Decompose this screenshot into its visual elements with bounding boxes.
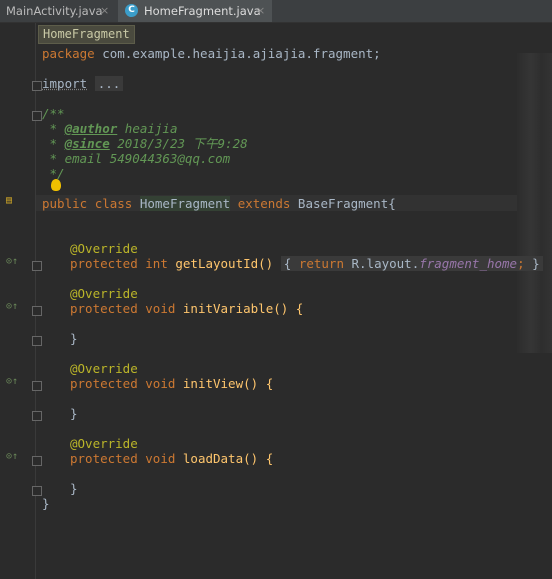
r-reference: R.layout. bbox=[351, 256, 420, 271]
code-line-method: protected void initView() { bbox=[70, 376, 273, 392]
brace: } bbox=[532, 256, 540, 271]
brace: } bbox=[70, 331, 78, 346]
code-line-brace: } bbox=[70, 331, 78, 347]
class-name: HomeFragment bbox=[139, 196, 231, 211]
code-line-doc-close: */ bbox=[42, 166, 65, 182]
annotation: @Override bbox=[70, 361, 138, 376]
fold-collapse-icon[interactable] bbox=[32, 486, 42, 496]
code-line-doc-open: /** bbox=[42, 106, 65, 122]
keyword: protected bbox=[70, 376, 138, 391]
code-line-method: protected void loadData() { bbox=[70, 451, 273, 467]
fold-expand-icon[interactable] bbox=[32, 261, 42, 271]
doc-comment: /** bbox=[42, 106, 65, 121]
code-line-override: @Override bbox=[70, 286, 138, 302]
close-icon[interactable]: × bbox=[256, 0, 265, 22]
code-line-method: protected int getLayoutId() { return R.l… bbox=[70, 256, 543, 272]
brace: } bbox=[70, 481, 78, 496]
keyword: public bbox=[42, 196, 88, 211]
brace: { bbox=[283, 256, 292, 271]
override-method-icon[interactable]: ⊙↑ bbox=[6, 376, 18, 387]
keyword: extends bbox=[237, 196, 291, 211]
code-line-override: @Override bbox=[70, 241, 138, 257]
code-editor[interactable]: HomeFragment ▤ ⊙↑ ⊙↑ ⊙↑ ⊙↑ package com.e… bbox=[0, 23, 552, 579]
keyword: void bbox=[145, 301, 176, 316]
code-line-class: public class HomeFragment extends BaseFr… bbox=[42, 196, 396, 212]
code-line-brace: } bbox=[70, 406, 78, 422]
override-method-icon[interactable]: ⊙↑ bbox=[6, 451, 18, 462]
keyword: class bbox=[94, 196, 133, 211]
doc-value: email 549044363@qq.com bbox=[64, 151, 231, 166]
method-name: loadData() { bbox=[182, 451, 274, 466]
keyword: int bbox=[145, 256, 168, 271]
keyword: void bbox=[145, 376, 176, 391]
code-line-package: package com.example.heaijia.ajiajia.frag… bbox=[42, 46, 381, 62]
keyword: import bbox=[42, 76, 88, 91]
code-line-email: * email 549044363@qq.com bbox=[42, 151, 231, 166]
base-class: BaseFragment{ bbox=[297, 196, 396, 211]
annotation: @Override bbox=[70, 436, 138, 451]
fold-collapse-icon[interactable] bbox=[32, 306, 42, 316]
keyword: protected bbox=[70, 256, 138, 271]
code-line-brace: } bbox=[70, 481, 78, 497]
method-name: initVariable() { bbox=[182, 301, 304, 316]
code-content: package com.example.heaijia.ajiajia.frag… bbox=[42, 23, 543, 511]
doc-value: heaijia bbox=[124, 121, 178, 136]
annotation: @Override bbox=[70, 286, 138, 301]
tab-label: MainActivity.java bbox=[6, 4, 103, 18]
editor-tab-bar: MainActivity.java × C HomeFragment.java … bbox=[0, 0, 552, 23]
doc-tag: @since bbox=[64, 136, 110, 151]
keyword: return bbox=[298, 256, 344, 271]
keyword: protected bbox=[70, 301, 138, 316]
doc-tag: @author bbox=[64, 121, 118, 136]
tab-home-fragment[interactable]: C HomeFragment.java × bbox=[118, 0, 272, 22]
code-line-override: @Override bbox=[70, 436, 138, 452]
brace: } bbox=[42, 496, 50, 511]
keyword: protected bbox=[70, 451, 138, 466]
code-line-override: @Override bbox=[70, 361, 138, 377]
semicolon: ; bbox=[517, 256, 525, 271]
folded-imports[interactable]: ... bbox=[94, 76, 124, 91]
package-name: com.example.heaijia.ajiajia.fragment; bbox=[102, 46, 381, 61]
code-line-since: * @since 2018/3/23 下午9:28 bbox=[42, 136, 248, 151]
tab-label: HomeFragment.java bbox=[144, 4, 261, 18]
code-line-class-close: } bbox=[42, 496, 50, 512]
annotation: @Override bbox=[70, 241, 138, 256]
folded-method-body[interactable]: { return R.layout.fragment_home; } bbox=[280, 256, 543, 271]
tab-main-activity[interactable]: MainActivity.java × bbox=[0, 0, 114, 22]
doc-value: 2018/3/23 下午9:28 bbox=[117, 136, 248, 151]
layout-field: fragment_home bbox=[419, 256, 518, 271]
code-line-author: * @author heaijia bbox=[42, 121, 178, 136]
fold-collapse-icon[interactable] bbox=[32, 411, 42, 421]
fold-expand-icon[interactable] bbox=[32, 81, 42, 91]
editor-background-strip bbox=[517, 53, 552, 353]
close-icon[interactable]: × bbox=[100, 0, 109, 22]
code-line-import: import ... bbox=[42, 76, 124, 92]
brace: } bbox=[70, 406, 78, 421]
code-line-method: protected void initVariable() { bbox=[70, 301, 303, 317]
fold-collapse-icon[interactable] bbox=[32, 381, 42, 391]
method-name: getLayoutId() bbox=[175, 256, 274, 271]
override-method-icon[interactable]: ⊙↑ bbox=[6, 256, 18, 267]
class-icon: C bbox=[125, 4, 138, 17]
fold-collapse-icon[interactable] bbox=[32, 336, 42, 346]
fold-collapse-icon[interactable] bbox=[32, 111, 42, 121]
keyword: package bbox=[42, 46, 95, 61]
fold-collapse-icon[interactable] bbox=[32, 456, 42, 466]
keyword: void bbox=[145, 451, 176, 466]
doc-comment: */ bbox=[49, 166, 65, 181]
override-method-icon[interactable]: ⊙↑ bbox=[6, 301, 18, 312]
class-hierarchy-icon[interactable]: ▤ bbox=[6, 195, 12, 206]
method-name: initView() { bbox=[182, 376, 274, 391]
